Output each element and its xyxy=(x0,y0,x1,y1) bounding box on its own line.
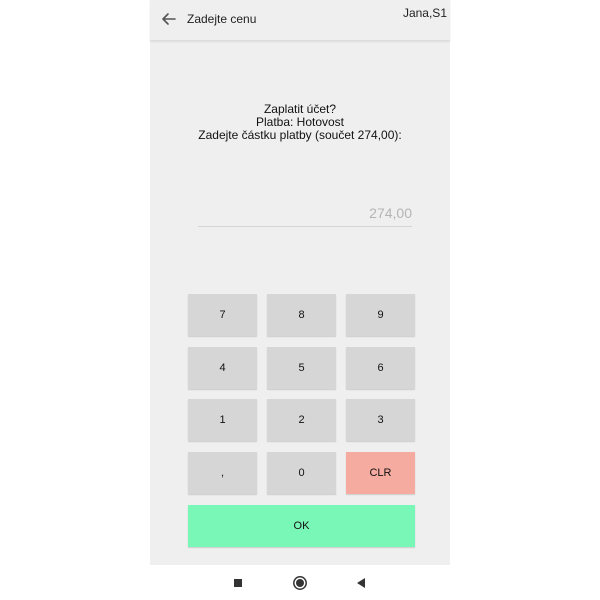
system-nav-bar xyxy=(150,565,450,600)
key-comma[interactable]: , xyxy=(188,452,257,494)
app-bar: Zadejte cenu Jana,S1 xyxy=(150,0,450,41)
home-icon[interactable] xyxy=(290,573,310,593)
amount-input[interactable] xyxy=(198,200,412,227)
payment-prompt: Zaplatit účet? Platba: Hotovost Zadejte … xyxy=(150,103,450,142)
back-arrow-icon[interactable] xyxy=(158,8,180,30)
key-0[interactable]: 0 xyxy=(267,452,336,494)
prompt-instruction: Zadejte částku platby (součet 274,00): xyxy=(198,128,402,142)
payment-screen: Zadejte cenu Jana,S1 Zaplatit účet? Plat… xyxy=(150,0,450,565)
key-6[interactable]: 6 xyxy=(346,347,415,389)
key-5[interactable]: 5 xyxy=(267,347,336,389)
page-title: Zadejte cenu xyxy=(187,12,257,26)
recent-apps-icon[interactable] xyxy=(228,573,248,593)
ok-button[interactable]: OK xyxy=(188,505,415,547)
key-7[interactable]: 7 xyxy=(188,294,257,336)
key-9[interactable]: 9 xyxy=(346,294,415,336)
clear-button[interactable]: CLR xyxy=(346,452,415,494)
back-triangle-icon[interactable] xyxy=(351,573,371,593)
key-2[interactable]: 2 xyxy=(267,399,336,441)
key-1[interactable]: 1 xyxy=(188,399,257,441)
key-8[interactable]: 8 xyxy=(267,294,336,336)
key-4[interactable]: 4 xyxy=(188,347,257,389)
key-3[interactable]: 3 xyxy=(346,399,415,441)
user-label: Jana,S1 xyxy=(402,6,447,20)
